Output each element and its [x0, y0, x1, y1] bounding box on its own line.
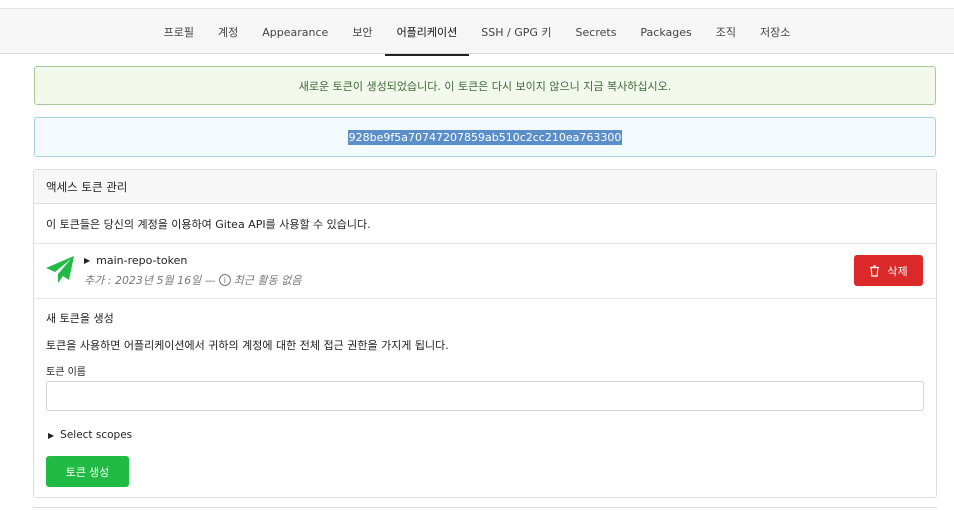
tab-applications[interactable]: 어플리케이션 — [384, 9, 470, 56]
panel-description: 이 토큰들은 당신의 계정을 이용하여 Gitea API를 사용할 수 있습니… — [34, 204, 936, 244]
caret-right-icon: ▶ — [48, 430, 55, 440]
tab-ssh-gpg-keys[interactable]: SSH / GPG 키 — [469, 9, 563, 55]
caret-right-icon: ▶ — [84, 256, 91, 265]
generate-token-button[interactable]: 토큰 생성 — [46, 456, 129, 487]
tab-packages[interactable]: Packages — [628, 9, 703, 55]
token-name: main-repo-token — [96, 254, 188, 267]
tab-security[interactable]: 보안 — [340, 9, 384, 55]
token-name-input[interactable] — [46, 381, 924, 411]
tab-profile[interactable]: 프로필 — [152, 9, 206, 55]
token-name-label: 토큰 이름 — [46, 367, 86, 378]
trash-icon — [870, 264, 880, 277]
new-token-alert: 928be9f5a70747207859ab510c2cc210ea763300 — [34, 117, 936, 157]
create-token-description: 토큰을 사용하면 어플리케이션에서 귀하의 계정에 대한 전체 접근 권한을 가… — [46, 339, 449, 352]
token-meta: 추가 : 2023년 5월 16일 — i 최근 활동 없음 — [84, 272, 302, 288]
delete-token-button[interactable]: 삭제 — [854, 255, 923, 286]
delete-token-label: 삭제 — [887, 265, 908, 278]
select-scopes-toggle[interactable]: ▶ Select scopes — [48, 429, 132, 441]
tab-repositories[interactable]: 저장소 — [748, 9, 802, 55]
token-added-date: 추가 : 2023년 5월 16일 — — [84, 274, 216, 287]
info-icon: i — [218, 274, 231, 286]
panel-title: 액세스 토큰 관리 — [46, 179, 128, 194]
select-scopes-label: Select scopes — [60, 429, 133, 441]
tab-organizations[interactable]: 조직 — [704, 9, 748, 55]
panel-description-text: 이 토큰들은 당신의 계정을 이용하여 Gitea API를 사용할 수 있습니… — [46, 217, 371, 231]
settings-tabs: 프로필 계정 Appearance 보안 어플리케이션 SSH / GPG 키 … — [0, 9, 954, 56]
tab-secrets[interactable]: Secrets — [564, 9, 629, 55]
token-created-message: 새로운 토큰이 생성되었습니다. 이 토큰은 다시 보이지 않으니 지금 복사하… — [298, 79, 672, 93]
token-created-alert: 새로운 토큰이 생성되었습니다. 이 토큰은 다시 보이지 않으니 지금 복사하… — [34, 66, 936, 105]
token-list-item: ▶ main-repo-token 추가 : 2023년 5월 16일 — i … — [34, 244, 936, 299]
tab-appearance[interactable]: Appearance — [250, 9, 340, 55]
tab-account[interactable]: 계정 — [206, 9, 250, 55]
token-name-toggle[interactable]: ▶ main-repo-token — [84, 254, 187, 267]
new-token-value[interactable]: 928be9f5a70747207859ab510c2cc210ea763300 — [347, 129, 623, 145]
token-last-activity: 최근 활동 없음 — [233, 274, 302, 287]
divider — [33, 507, 937, 508]
settings-nav-bar: 프로필 계정 Appearance 보안 어플리케이션 SSH / GPG 키 … — [0, 8, 954, 56]
panel-header: 액세스 토큰 관리 — [34, 170, 936, 204]
send-icon — [46, 256, 74, 283]
create-token-title: 새 토큰을 생성 — [46, 312, 114, 325]
access-tokens-panel: 액세스 토큰 관리 이 토큰들은 당신의 계정을 이용하여 Gitea API를… — [33, 169, 937, 498]
